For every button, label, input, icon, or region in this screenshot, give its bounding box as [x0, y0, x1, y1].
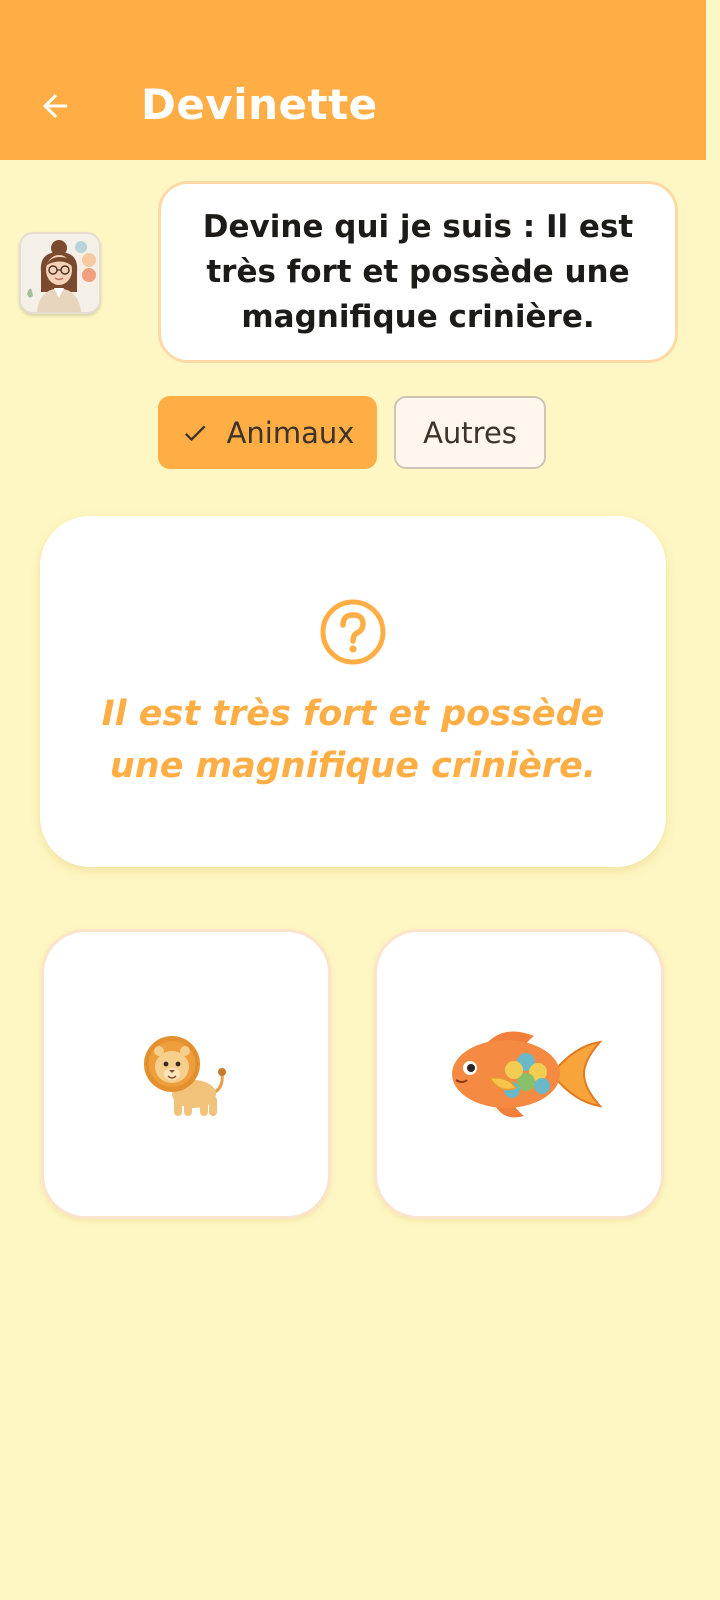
speech-bubble: Devine qui je suis : Il est très fort et…	[158, 181, 678, 363]
category-chip-label: Animaux	[226, 415, 355, 450]
page-title: Devinette	[141, 80, 378, 129]
riddle-card: Il est très fort et possède une magnifiq…	[40, 516, 666, 867]
category-chip-autres[interactable]: Autres	[394, 396, 546, 469]
app-bar: Devinette	[0, 0, 706, 160]
answer-card-lion[interactable]	[41, 929, 331, 1219]
riddle-text: Il est très fort et possède une magnifiq…	[101, 694, 605, 786]
category-chip-label: Autres	[423, 415, 517, 450]
lion-icon	[144, 1036, 226, 1116]
teacher-avatar-icon	[21, 234, 99, 312]
category-chip-animaux[interactable]: Animaux	[158, 396, 377, 469]
check-icon	[181, 419, 209, 447]
avatar	[19, 232, 101, 314]
fish-icon	[452, 1031, 603, 1118]
speech-bubble-text: Devine qui je suis : Il est très fort et…	[202, 208, 634, 335]
question-circle-icon	[320, 599, 386, 665]
answer-card-fish[interactable]	[374, 929, 664, 1219]
back-button[interactable]	[30, 82, 80, 130]
arrow-left-icon	[43, 94, 67, 118]
